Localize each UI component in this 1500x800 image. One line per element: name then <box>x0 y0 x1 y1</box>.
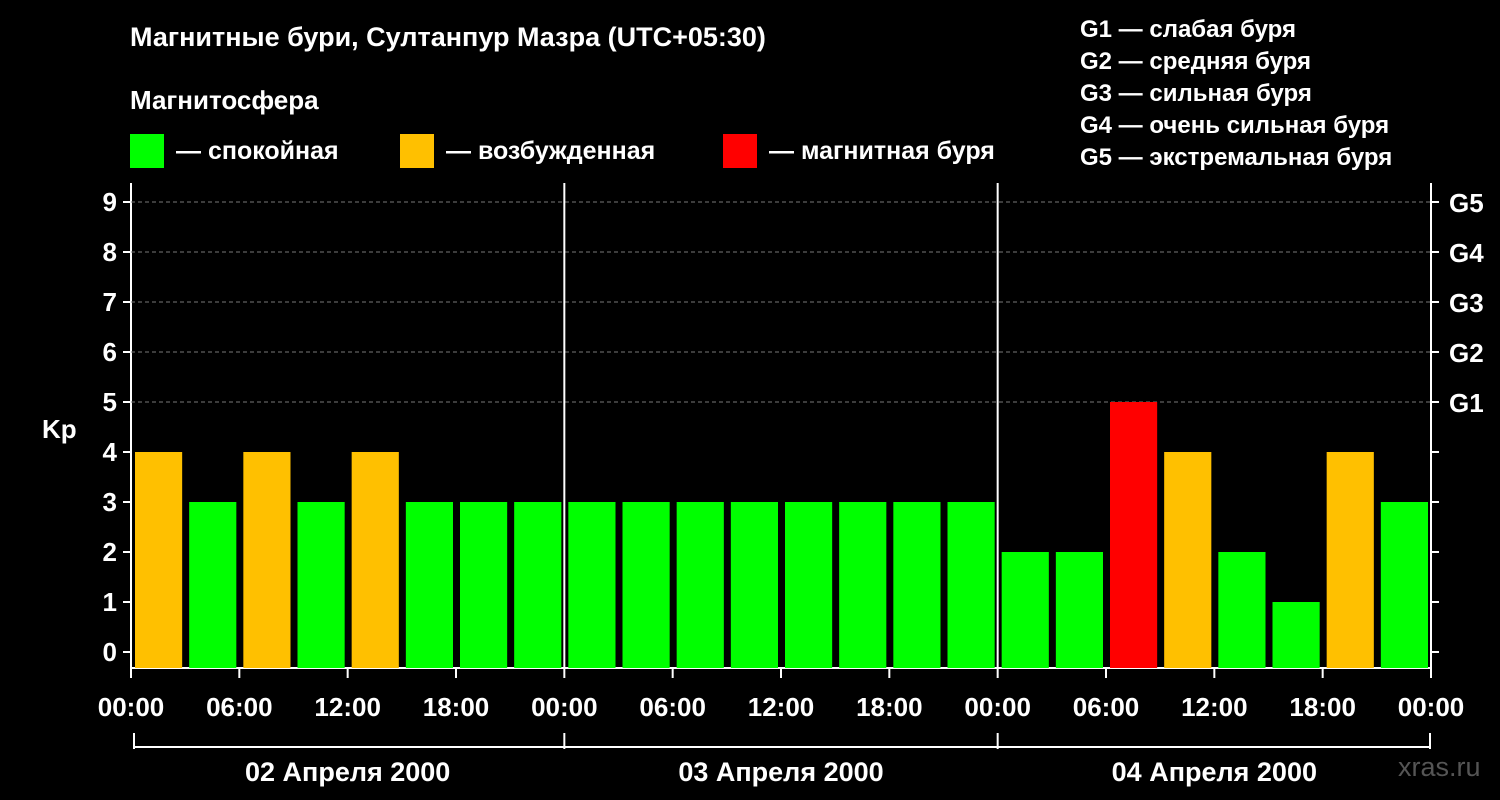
x-tick-label: 12:00 <box>748 692 815 722</box>
kp-bar <box>351 452 399 668</box>
x-tick-label: 00:00 <box>1398 692 1465 722</box>
kp-bar <box>622 502 670 668</box>
x-tick-label: 00:00 <box>98 692 165 722</box>
kp-bar <box>514 502 562 668</box>
kp-bar <box>405 502 453 668</box>
kp-chart: 0 1 2 3 4 5 6 7 8 9 G1 G2 G3 G4 G5 Kp 00:00 06:00 12:00 18:… <box>42 183 1484 787</box>
y-tick-label: 3 <box>103 487 117 517</box>
kp-bar <box>1164 452 1212 668</box>
y-tick-label: 8 <box>103 237 117 267</box>
g-level-label: G3 <box>1449 288 1484 318</box>
x-tick-label: 00:00 <box>964 692 1031 722</box>
x-tick-label: 06:00 <box>639 692 706 722</box>
y-axis-title: Kp <box>42 414 77 444</box>
kp-bar <box>243 452 291 668</box>
day-label: 03 Апреля 2000 <box>678 757 883 787</box>
kp-bar <box>1001 552 1049 668</box>
kp-bar <box>893 502 941 668</box>
watermark: xras.ru <box>1398 752 1481 782</box>
g-level-label: G1 <box>1449 388 1484 418</box>
y-tick-label: 9 <box>103 187 117 217</box>
day-label: 04 Апреля 2000 <box>1112 757 1317 787</box>
x-tick-label: 06:00 <box>206 692 273 722</box>
kp-bar <box>1326 452 1374 668</box>
x-tick-label: 12:00 <box>1181 692 1248 722</box>
x-tick-label: 18:00 <box>1289 692 1356 722</box>
y-tick-label: 4 <box>103 437 118 467</box>
y-tick-label: 1 <box>103 587 117 617</box>
kp-bar <box>839 502 887 668</box>
day-label: 02 Апреля 2000 <box>245 757 450 787</box>
kp-bar <box>135 452 183 668</box>
x-tick-label: 18:00 <box>423 692 490 722</box>
x-tick-label: 12:00 <box>314 692 381 722</box>
kp-bar <box>785 502 833 668</box>
kp-bar <box>460 502 508 668</box>
kp-bar <box>1272 602 1320 668</box>
y-tick-label: 0 <box>103 637 117 667</box>
y-tick-label: 6 <box>103 337 117 367</box>
x-tick-label: 18:00 <box>856 692 923 722</box>
x-tick-label: 00:00 <box>531 692 598 722</box>
kp-bar <box>1380 502 1428 668</box>
y-tick-label: 5 <box>103 387 117 417</box>
kp-bar <box>568 502 616 668</box>
kp-bar <box>1055 552 1103 668</box>
kp-bar <box>189 502 237 668</box>
g-level-label: G2 <box>1449 338 1484 368</box>
y-tick-label: 2 <box>103 537 117 567</box>
kp-bar <box>730 502 778 668</box>
x-tick-label: 06:00 <box>1073 692 1140 722</box>
kp-bar <box>947 502 995 668</box>
g-level-label: G4 <box>1449 238 1484 268</box>
y-tick-label: 7 <box>103 287 117 317</box>
kp-bar <box>1110 402 1158 668</box>
g-level-label: G5 <box>1449 188 1484 218</box>
kp-bar <box>1218 552 1266 668</box>
kp-bar <box>676 502 724 668</box>
kp-bar <box>297 502 345 668</box>
